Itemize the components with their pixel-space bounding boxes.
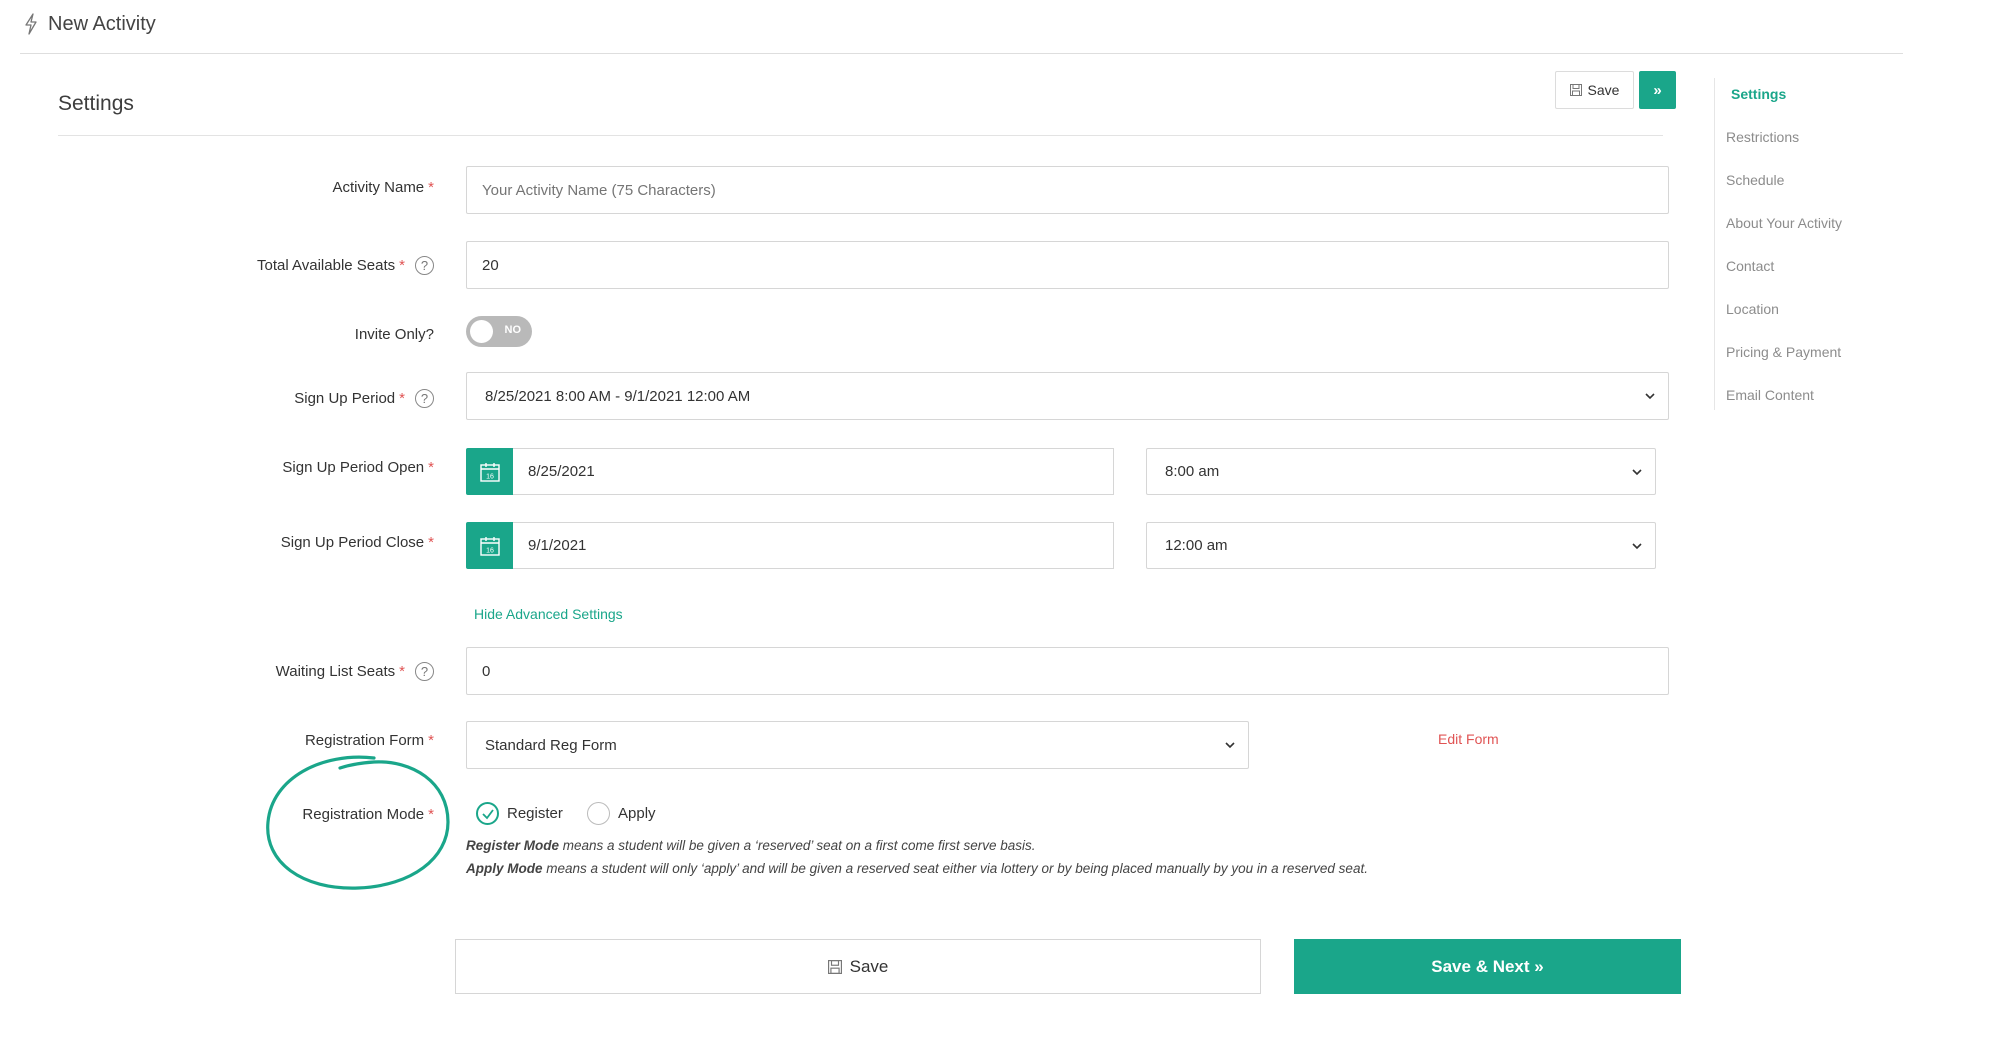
activity-name-input[interactable] — [466, 166, 1669, 214]
save-button-label: Save — [849, 956, 889, 976]
svg-text:16: 16 — [486, 547, 494, 554]
chevron-down-icon — [1225, 742, 1235, 749]
waiting-list-input[interactable]: 0 — [466, 647, 1669, 695]
top-save-label: Save — [1587, 82, 1620, 98]
header-divider — [20, 53, 1903, 54]
top-save-button[interactable]: Save — [1555, 71, 1634, 109]
save-button[interactable]: Save — [455, 939, 1261, 994]
chevron-down-icon — [1632, 542, 1642, 549]
save-next-button[interactable]: Save & Next » — [1294, 939, 1681, 994]
registration-form-select[interactable]: Standard Reg Form — [466, 721, 1249, 769]
nav-item-location[interactable]: Location — [1726, 301, 1779, 317]
page-title: New Activity — [48, 12, 156, 35]
signup-close-time-select[interactable]: 12:00 am — [1146, 522, 1656, 569]
waiting-list-label: Waiting List Seats * ? — [276, 662, 434, 681]
signup-close-date-input[interactable]: 9/1/2021 — [513, 522, 1114, 569]
nav-item-pricing-payment[interactable]: Pricing & Payment — [1726, 344, 1841, 360]
signup-close-label: Sign Up Period Close * — [280, 534, 434, 551]
help-icon[interactable]: ? — [415, 389, 434, 408]
radio-apply-label: Apply — [618, 805, 656, 822]
chevron-down-icon — [1632, 468, 1642, 475]
calendar-icon: 16 — [479, 462, 500, 482]
radio-apply[interactable]: Apply — [587, 802, 656, 825]
toggle-text: NO — [504, 324, 522, 336]
activity-name-label: Activity Name * — [332, 179, 434, 196]
invite-only-toggle[interactable]: NO — [466, 316, 532, 347]
nav-item-schedule[interactable]: Schedule — [1726, 172, 1784, 188]
annotation-circle — [266, 755, 450, 890]
edit-form-link[interactable]: Edit Form — [1438, 731, 1499, 747]
help-icon[interactable]: ? — [415, 256, 434, 275]
radio-apply-circle[interactable] — [587, 802, 610, 825]
floppy-disk-icon — [827, 959, 842, 974]
calendar-icon: 16 — [479, 536, 500, 556]
section-title: Settings — [58, 92, 134, 115]
calendar-open-button[interactable]: 16 — [466, 448, 513, 495]
nav-item-email-content[interactable]: Email Content — [1726, 387, 1814, 403]
floppy-disk-icon — [1569, 84, 1582, 96]
signup-period-value: 8/25/2021 8:00 AM - 9/1/2021 12:00 AM — [485, 387, 751, 405]
bolt-icon — [25, 13, 37, 35]
signup-open-time-value: 8:00 am — [1165, 463, 1220, 480]
svg-text:16: 16 — [486, 473, 494, 480]
signup-open-time-select[interactable]: 8:00 am — [1146, 448, 1656, 495]
invite-only-label: Invite Only? — [354, 326, 434, 343]
registration-form-value: Standard Reg Form — [485, 736, 617, 754]
total-seats-label: Total Available Seats * ? — [257, 256, 434, 275]
nav-item-contact[interactable]: Contact — [1726, 258, 1774, 274]
nav-item-settings[interactable]: Settings — [1731, 86, 1786, 102]
signup-period-label: Sign Up Period * ? — [294, 389, 434, 408]
signup-open-date-input[interactable]: 8/25/2021 — [513, 448, 1114, 495]
registration-form-label: Registration Form * — [304, 732, 434, 749]
chevron-down-icon — [1645, 393, 1655, 400]
calendar-close-button[interactable]: 16 — [466, 522, 513, 569]
hide-advanced-settings-link[interactable]: Hide Advanced Settings — [474, 606, 623, 622]
radio-register-circle[interactable] — [476, 802, 499, 825]
signup-period-select[interactable]: 8/25/2021 8:00 AM - 9/1/2021 12:00 AM — [466, 372, 1669, 420]
top-next-button[interactable]: » — [1639, 71, 1676, 109]
signup-open-label: Sign Up Period Open * — [282, 459, 434, 476]
section-divider — [58, 135, 1663, 136]
radio-register[interactable]: Register — [476, 802, 563, 825]
checkmark-icon — [481, 808, 494, 819]
nav-item-restrictions[interactable]: Restrictions — [1726, 129, 1799, 145]
apply-mode-note: Apply Mode means a student will only ‘ap… — [466, 861, 1368, 876]
nav-item-about-your-activity[interactable]: About Your Activity — [1726, 215, 1842, 231]
total-seats-input[interactable]: 20 — [466, 241, 1669, 289]
signup-close-time-value: 12:00 am — [1165, 537, 1228, 554]
page-header: New Activity — [24, 10, 156, 38]
register-mode-note: Register Mode means a student will be gi… — [466, 838, 1036, 853]
radio-register-label: Register — [507, 805, 563, 822]
help-icon[interactable]: ? — [415, 662, 434, 681]
nav-divider — [1714, 78, 1715, 410]
toggle-knob — [470, 320, 493, 343]
